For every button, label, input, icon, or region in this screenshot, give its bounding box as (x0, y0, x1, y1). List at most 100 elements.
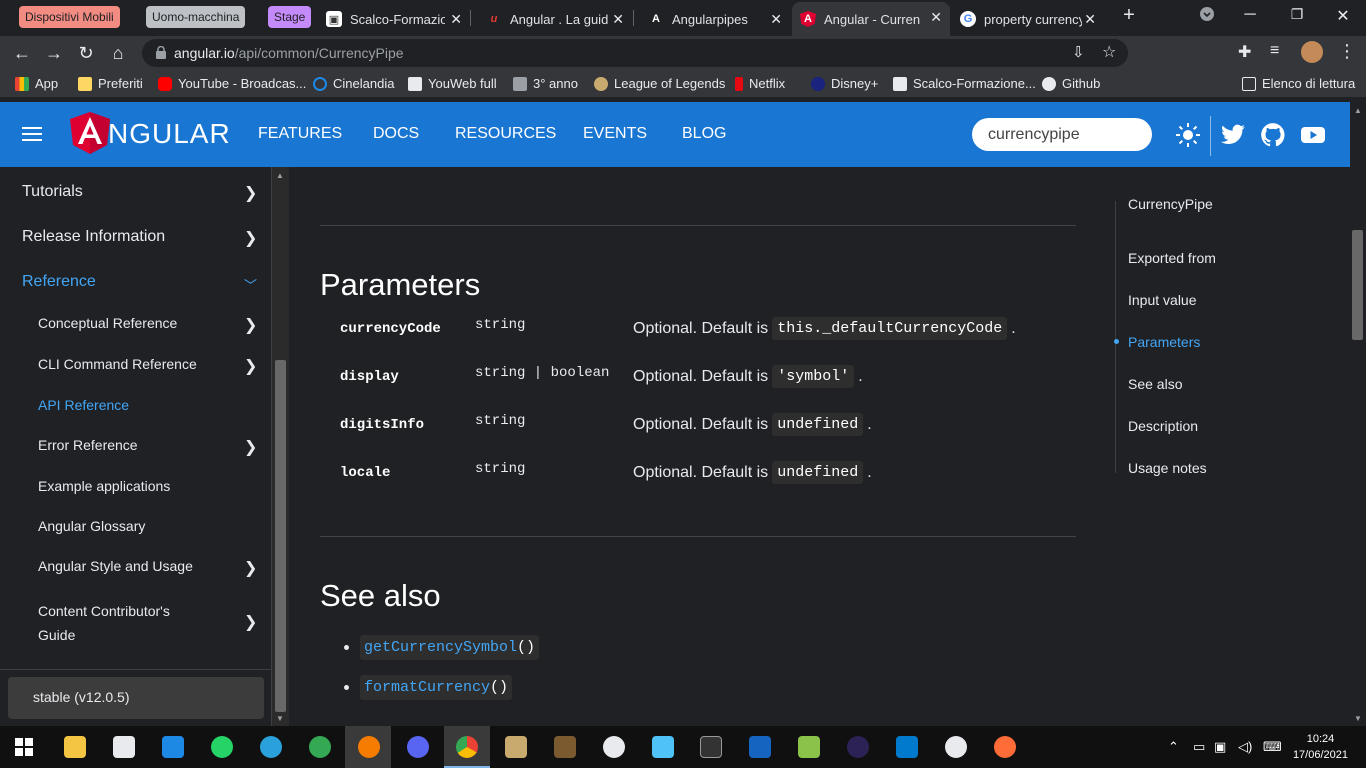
see-also-link-getcurrencysymbol[interactable]: getCurrencySymbol() (360, 635, 540, 660)
tab-angularpipes[interactable]: A Angularpipes ✕ (640, 4, 790, 34)
profile-avatar[interactable] (1301, 41, 1323, 63)
tab-scalco-formazione[interactable]: ▣ Scalco-Formazione ✕ (318, 4, 470, 34)
tray-app-icon[interactable]: ▭ (1193, 739, 1205, 755)
bookmark-cinelandia[interactable]: Cinelandia (313, 76, 394, 91)
version-selector[interactable]: stable (v12.0.5) (8, 677, 264, 719)
toc-item-currencypipe[interactable]: CurrencyPipe (1128, 196, 1213, 212)
terminal-icon[interactable] (700, 736, 722, 758)
scroll-up-icon[interactable]: ▲ (1354, 106, 1362, 115)
bookmark-star-icon[interactable]: ☆ (1102, 42, 1116, 62)
sidebar-item-cli-command-reference[interactable]: CLI Command Reference ❯ (38, 356, 310, 375)
minimize-icon[interactable]: ─ (1240, 6, 1260, 24)
sidebar-item-conceptual-reference[interactable]: Conceptual Reference ❯ (38, 315, 310, 334)
close-window-icon[interactable]: ✕ (1333, 6, 1353, 26)
address-bar[interactable]: angular.io/api/common/CurrencyPipe ⇩ ☆ (142, 39, 1128, 67)
reload-icon[interactable]: ↻ (74, 41, 98, 65)
notepadpp-icon[interactable] (798, 736, 820, 758)
discord-icon[interactable] (407, 736, 429, 758)
tab-search-icon[interactable] (1197, 6, 1217, 27)
network-icon[interactable]: ▣ (1214, 739, 1226, 755)
edge-icon[interactable] (309, 736, 331, 758)
sidebar-item-example-applications[interactable]: Example applications (38, 478, 310, 494)
new-tab-icon[interactable]: + (1119, 4, 1139, 27)
menu-kebab-icon[interactable]: ⋮ (1338, 41, 1356, 62)
bookmark-app[interactable]: App (15, 76, 58, 91)
sidebar-item-tutorials[interactable]: Tutorials ❯ (22, 183, 294, 202)
riot-icon[interactable] (554, 736, 576, 758)
lol-icon[interactable] (505, 736, 527, 758)
skype-icon[interactable] (358, 736, 380, 758)
home-icon[interactable]: ⌂ (106, 41, 130, 65)
close-tab-icon[interactable]: ✕ (770, 11, 782, 28)
close-tab-icon[interactable]: ✕ (450, 11, 462, 28)
toc-item-see-also[interactable]: See also (1128, 376, 1182, 392)
toc-item-input-value[interactable]: Input value (1128, 292, 1197, 308)
sidebar-item-api-reference[interactable]: API Reference (38, 397, 310, 413)
angular-logo-icon[interactable] (70, 112, 110, 154)
bookmark-league-of-legends[interactable]: League of Legends (594, 76, 725, 91)
theme-toggle-sun-icon[interactable] (1175, 122, 1201, 148)
keyboard-icon[interactable]: ⌨ (1263, 739, 1282, 755)
bookmark-3-anno[interactable]: 3° anno (513, 76, 578, 91)
reading-list[interactable]: Elenco di lettura (1242, 76, 1355, 91)
toc-item-description[interactable]: Description (1128, 418, 1198, 434)
bookmark-netflix[interactable]: Netflix (735, 76, 785, 91)
tab-angular-currencypipe[interactable]: A Angular - CurrencyPipe ✕ (792, 2, 950, 36)
youtube-icon[interactable] (1300, 122, 1326, 148)
sidebar-item-release-information[interactable]: Release Information ❯ (22, 228, 294, 247)
page-scrollbar[interactable]: ▲ ▼ (1350, 102, 1366, 726)
search-input[interactable] (972, 118, 1152, 151)
sidebar-item-error-reference[interactable]: Error Reference ❯ (38, 437, 310, 456)
store-icon[interactable] (113, 736, 135, 758)
eclipse-icon[interactable] (847, 736, 869, 758)
sidebar-item-content-contributors-guide[interactable]: Content Contributor's Guide ❯ (38, 599, 257, 647)
bookmark-youtube[interactable]: YouTube - Broadcas... (158, 76, 306, 91)
back-icon[interactable]: ← (10, 41, 34, 65)
bookmark-disney[interactable]: Disney+ (811, 76, 878, 91)
close-tab-icon[interactable]: ✕ (1084, 11, 1096, 28)
show-hidden-icons-icon[interactable]: ⌃ (1168, 739, 1179, 755)
install-app-icon[interactable]: ⇩ (1072, 43, 1085, 61)
bookmark-youweb[interactable]: YouWeb full (408, 76, 497, 91)
forward-icon[interactable]: → (42, 41, 66, 65)
close-tab-icon[interactable]: ✕ (612, 11, 624, 28)
tab-angular-guida[interactable]: u Angular . La guida ✕ (478, 4, 632, 34)
twitter-icon[interactable] (1220, 122, 1246, 148)
extensions-puzzle-icon[interactable]: ✚ (1238, 42, 1251, 62)
control-panel-icon[interactable] (652, 736, 674, 758)
media-control-icon[interactable]: ≡ (1270, 42, 1279, 60)
toc-item-exported-from[interactable]: Exported from (1128, 250, 1216, 266)
chrome-icon[interactable] (456, 736, 478, 758)
whatsapp-icon[interactable] (211, 736, 233, 758)
bookmark-scalco[interactable]: Scalco-Formazione... (893, 76, 1036, 91)
file-explorer-icon[interactable] (64, 736, 86, 758)
sidebar-item-angular-glossary[interactable]: Angular Glossary (38, 518, 310, 534)
sidebar-item-angular-style-and-usage[interactable]: Angular Style and Usage ❯ (38, 558, 310, 577)
bookmark-github[interactable]: Github (1042, 76, 1100, 91)
angular-logo-text[interactable]: NGULAR (108, 118, 231, 150)
postman-icon[interactable] (994, 736, 1016, 758)
volume-icon[interactable]: ◁) (1238, 739, 1252, 755)
tab-group-uomo-macchina[interactable]: Uomo-macchina (146, 6, 246, 28)
bookmark-preferiti[interactable]: Preferiti (78, 76, 143, 91)
see-also-link-formatcurrency[interactable]: formatCurrency() (360, 675, 513, 700)
github-icon[interactable] (1260, 122, 1286, 148)
scroll-down-icon[interactable]: ▼ (1354, 714, 1362, 723)
toc-item-parameters[interactable]: Parameters (1128, 334, 1200, 350)
scroll-up-icon[interactable]: ▲ (276, 171, 284, 180)
page-scrollbar-thumb[interactable] (1352, 230, 1363, 340)
tab-property-currency[interactable]: G property currency ✕ (952, 4, 1104, 34)
obs-icon[interactable] (603, 736, 625, 758)
toc-item-usage-notes[interactable]: Usage notes (1128, 460, 1207, 476)
restore-icon[interactable]: ❐ (1287, 6, 1307, 23)
nav-features[interactable]: FEATURES (258, 125, 342, 143)
system-clock[interactable]: 10:24 17/06/2021 (1293, 731, 1348, 763)
sidebar-scrollbar-thumb[interactable] (275, 360, 286, 712)
nav-docs[interactable]: DOCS (373, 125, 419, 143)
hamburger-menu-icon[interactable] (22, 127, 42, 141)
tab-group-dispositivi-mobili[interactable]: Dispositivi Mobili (19, 6, 120, 28)
word-icon[interactable] (945, 736, 967, 758)
nav-events[interactable]: EVENTS (583, 125, 647, 143)
close-tab-icon[interactable]: ✕ (930, 9, 942, 26)
nav-blog[interactable]: BLOG (682, 125, 726, 143)
